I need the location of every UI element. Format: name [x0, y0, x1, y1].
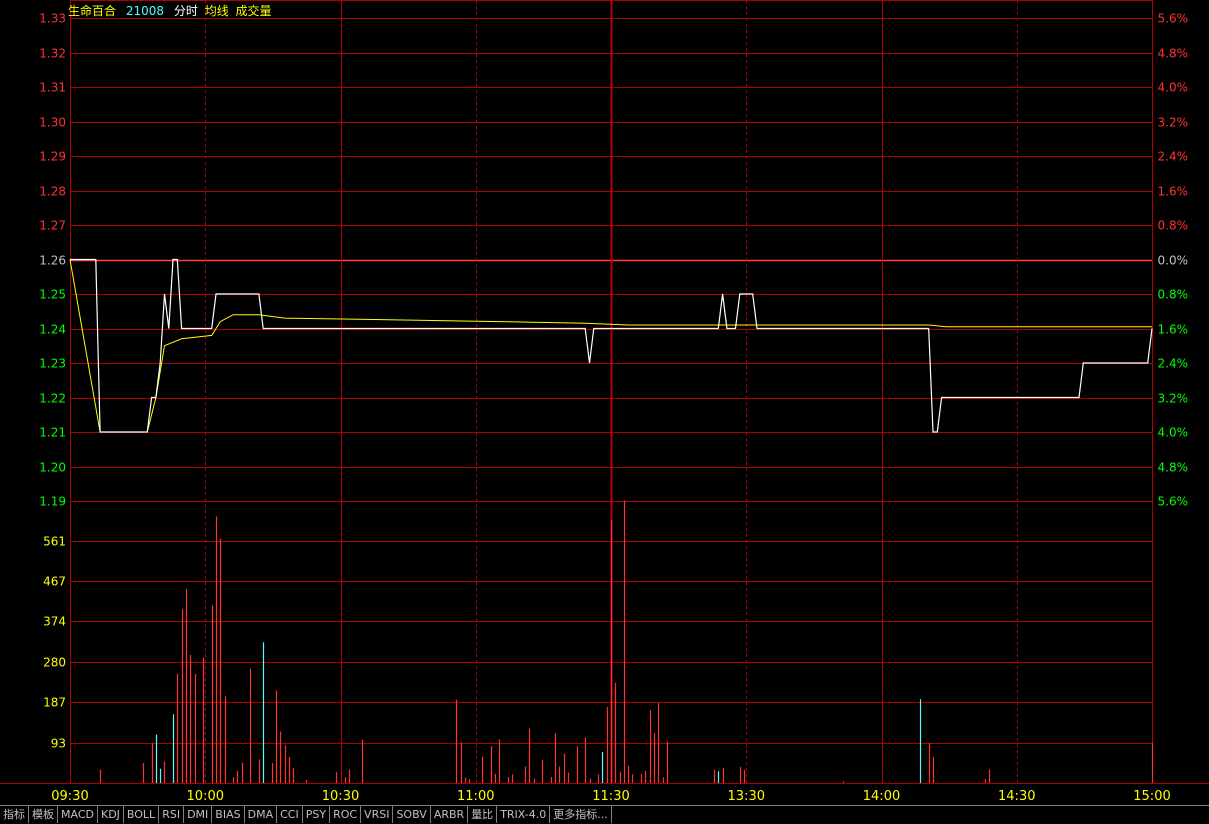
percent-tick-label: 0.0% — [1158, 254, 1189, 268]
indicator-tab[interactable]: 更多指标... — [550, 806, 612, 823]
percent-tick-label: 0.8% — [1158, 219, 1189, 233]
percent-tick-label: 5.6% — [1158, 12, 1189, 26]
stock-code: 21008 — [125, 4, 165, 18]
avg-line-label: 均线 — [204, 4, 229, 18]
price-tick-label: 1.24 — [39, 323, 66, 337]
price-tick-label: 1.29 — [39, 150, 66, 164]
percent-tick-label: 2.4% — [1158, 357, 1189, 371]
time-tick-label: 14:30 — [998, 789, 1035, 804]
price-tick-label: 1.22 — [39, 392, 66, 406]
price-tick-label: 1.32 — [39, 47, 66, 61]
chart-header: 生命百合 21008 分时 均线 成交量 — [68, 2, 278, 19]
volume-tick-label: 374 — [43, 615, 66, 629]
volume-tick-label: 467 — [43, 575, 66, 589]
indicator-tab[interactable]: PSY — [303, 806, 331, 823]
indicator-tab[interactable]: 模板 — [29, 806, 58, 823]
volume-tick-label: 187 — [43, 696, 66, 710]
time-tick-label: 13:30 — [728, 789, 765, 804]
percent-tick-label: 4.0% — [1158, 81, 1189, 95]
price-tick-label: 1.30 — [39, 116, 66, 130]
volume-tick-label: 280 — [43, 656, 66, 670]
price-tick-label: 1.28 — [39, 185, 66, 199]
percent-tick-label: 1.6% — [1158, 185, 1189, 199]
price-tick-label: 1.25 — [39, 288, 66, 302]
price-tick-label: 1.23 — [39, 357, 66, 371]
indicator-tabs: 指标 模板 MACD KDJ BOLL RSI DMI BIAS DMA CCI PSY ROC VRS… — [0, 805, 1209, 824]
volume-tick-label: 561 — [43, 535, 66, 549]
price-tick-label: 1.20 — [39, 461, 66, 475]
percent-tick-label: 2.4% — [1158, 150, 1189, 164]
indicator-tab[interactable]: RSI — [159, 806, 185, 823]
time-tick-label: 11:00 — [457, 789, 494, 804]
percent-tick-label: 3.2% — [1158, 116, 1189, 130]
percent-tick-label: 1.6% — [1158, 323, 1189, 337]
price-tick-label: 1.21 — [39, 426, 66, 440]
mode-label: 分时 — [173, 4, 198, 18]
time-tick-label: 10:30 — [322, 789, 359, 804]
price-tick-label: 1.33 — [39, 12, 66, 26]
indicator-tab[interactable]: SOBV — [393, 806, 431, 823]
time-tick-label: 14:00 — [863, 789, 900, 804]
indicator-tab[interactable]: 量比 — [468, 806, 498, 823]
time-tick-label: 10:00 — [187, 789, 224, 804]
time-axis: 09:30 10:00 10:30 11:00 11:30 13:30 14:00 14:30… — [51, 789, 1170, 804]
volume-tick-label: 93 — [51, 737, 66, 751]
indicator-tab[interactable]: CCI — [277, 806, 303, 823]
volume-label: 成交量 — [235, 4, 272, 18]
time-tick-label: 09:30 — [51, 789, 88, 804]
intraday-chart: 1.33 5.6% 1.32 4.8% 1.31 4.0% 1.30 3.2% 1.29 2.4%… — [0, 0, 1209, 804]
percent-tick-label: 4.0% — [1158, 426, 1189, 440]
percent-tick-label: 4.8% — [1158, 47, 1189, 61]
price-tick-label: 1.26 — [39, 254, 66, 268]
indicator-tab[interactable]: DMI — [184, 806, 213, 823]
volume-axis: 561 467 374 280 187 93 — [43, 535, 66, 751]
time-tick-label: 11:30 — [592, 789, 629, 804]
percent-tick-label: 5.6% — [1158, 495, 1189, 509]
indicator-tab[interactable]: VRSI — [361, 806, 394, 823]
indicator-tab[interactable]: DMA — [245, 806, 278, 823]
percent-tick-label: 3.2% — [1158, 392, 1189, 406]
percent-tick-label: 4.8% — [1158, 461, 1189, 475]
percent-tick-label: 0.8% — [1158, 288, 1189, 302]
indicator-tab[interactable]: 指标 — [0, 806, 29, 823]
indicator-tab[interactable]: ARBR — [431, 806, 469, 823]
indicator-tab[interactable]: MACD — [58, 806, 98, 823]
indicator-tab[interactable]: BIAS — [212, 806, 245, 823]
time-tick-label: 15:00 — [1133, 789, 1170, 804]
price-tick-label: 1.27 — [39, 219, 66, 233]
chart-grid — [0, 0, 1209, 784]
indicator-tab[interactable]: TRIX-4.0 — [497, 806, 551, 823]
price-tick-label: 1.19 — [39, 495, 66, 509]
stock-name: 生命百合 — [68, 4, 117, 18]
indicator-tab[interactable]: KDJ — [98, 806, 124, 823]
indicator-tab[interactable]: ROC — [330, 806, 362, 823]
price-tick-label: 1.31 — [39, 81, 66, 95]
indicator-tab[interactable]: BOLL — [124, 806, 160, 823]
volume-bars — [99, 500, 1154, 783]
